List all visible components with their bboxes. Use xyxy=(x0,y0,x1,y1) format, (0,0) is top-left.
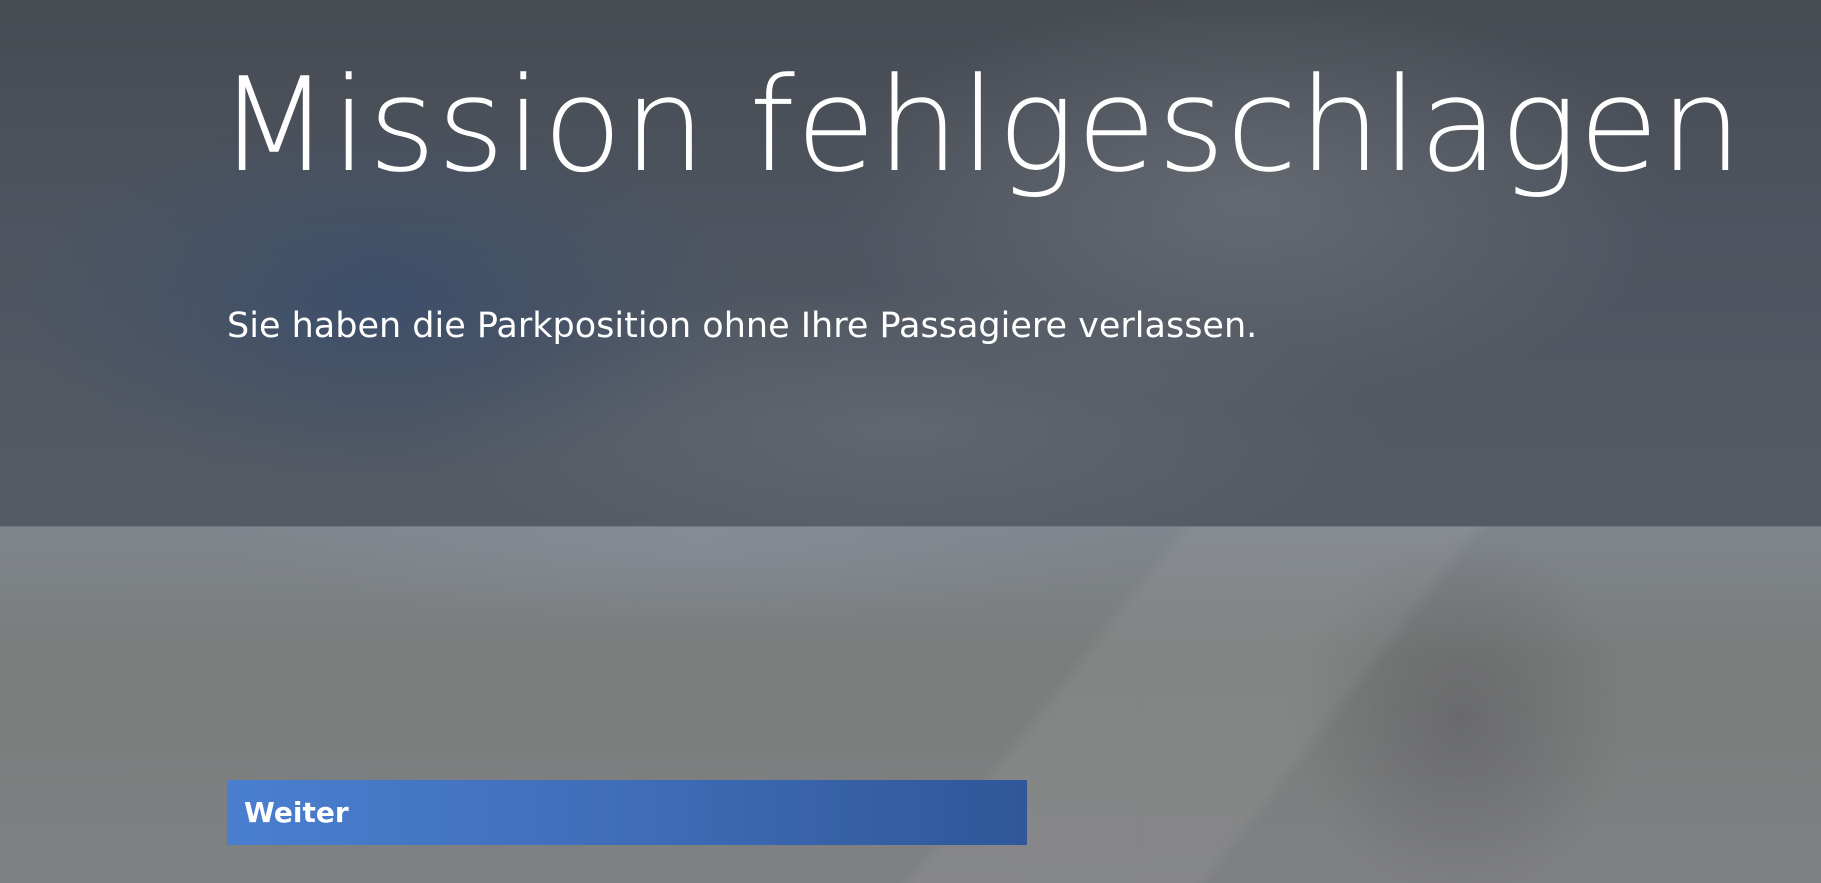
continue-button[interactable]: Weiter xyxy=(227,780,1027,845)
failure-reason-text: Sie haben die Parkposition ohne Ihre Pas… xyxy=(227,306,1258,346)
mission-failed-screen: Mission fehlgeschlagen Sie haben die Par… xyxy=(0,0,1821,883)
panel-divider xyxy=(0,526,1821,527)
mission-result-title: Mission fehlgeschlagen xyxy=(218,49,1744,201)
